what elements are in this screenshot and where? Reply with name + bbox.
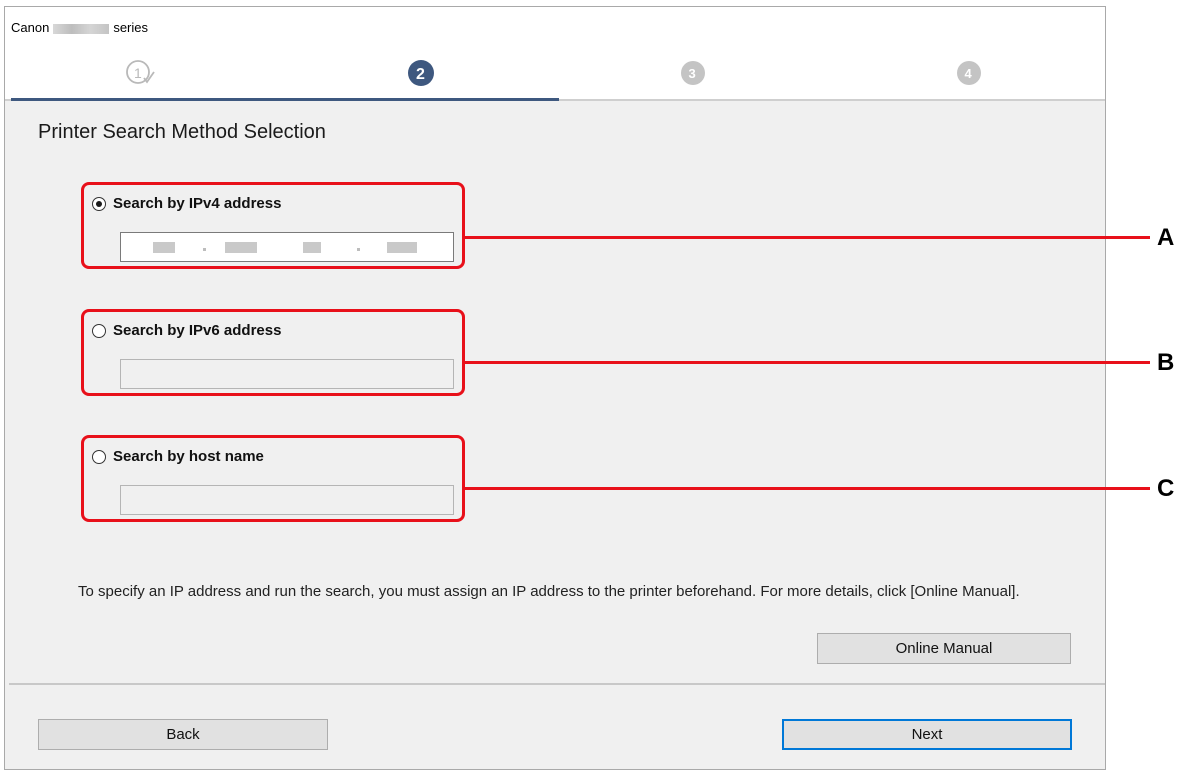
svg-text:1: 1: [134, 65, 142, 81]
radio-ipv4[interactable]: [92, 197, 106, 211]
title-bar: Canon series: [5, 7, 1105, 43]
step-1-done-icon: 1: [126, 60, 155, 84]
blurred-octet: [303, 242, 321, 253]
title-series: series: [113, 20, 148, 35]
option-hostname-label[interactable]: Search by host name: [113, 448, 264, 465]
option-ipv6-highlight: Search by IPv6 address: [81, 309, 465, 396]
svg-text:4: 4: [965, 66, 973, 81]
step-2-current-icon: 2: [408, 60, 434, 86]
svg-text:2: 2: [416, 66, 425, 83]
option-ipv6-label[interactable]: Search by IPv6 address: [113, 322, 281, 339]
window-title: Canon series: [11, 20, 148, 35]
callout-line-a: [464, 236, 1150, 239]
radio-ipv6[interactable]: [92, 324, 106, 338]
callout-label-b: B: [1157, 349, 1175, 376]
step-3-pending-icon: 3: [681, 61, 705, 85]
callout-label-c: C: [1157, 475, 1175, 502]
ip-separator: [357, 248, 360, 251]
radio-hostname[interactable]: [92, 450, 106, 464]
option-ipv4-label[interactable]: Search by IPv4 address: [113, 195, 281, 212]
blurred-octet: [225, 242, 257, 253]
footer-separator: [9, 683, 1105, 685]
step-track-active: [11, 98, 559, 101]
ipv4-address-field[interactable]: [120, 232, 454, 262]
blurred-octet: [153, 242, 175, 253]
back-button[interactable]: Back: [38, 719, 328, 750]
title-brand: Canon: [11, 20, 50, 35]
blurred-octet: [387, 242, 417, 253]
installer-window: Canon series 1 2 3 4 Printer Search Metho…: [4, 6, 1106, 770]
callout-line-c: [464, 487, 1150, 490]
ipv6-address-field[interactable]: [120, 359, 454, 389]
next-button[interactable]: Next: [782, 719, 1072, 750]
callout-label-a: A: [1157, 224, 1175, 251]
step-progress-bar: 1 2 3 4: [5, 43, 1105, 101]
page-title: Printer Search Method Selection: [38, 121, 326, 143]
svg-text:3: 3: [689, 66, 696, 81]
info-text: To specify an IP address and run the sea…: [78, 583, 1020, 600]
option-hostname-highlight: Search by host name: [81, 435, 465, 522]
hostname-field[interactable]: [120, 485, 454, 515]
callout-line-b: [464, 361, 1150, 364]
step-4-pending-icon: 4: [957, 61, 981, 85]
online-manual-button[interactable]: Online Manual: [817, 633, 1071, 664]
blurred-model-name: [53, 23, 110, 34]
option-ipv4-highlight: Search by IPv4 address: [81, 182, 465, 269]
ip-separator: [203, 248, 206, 251]
